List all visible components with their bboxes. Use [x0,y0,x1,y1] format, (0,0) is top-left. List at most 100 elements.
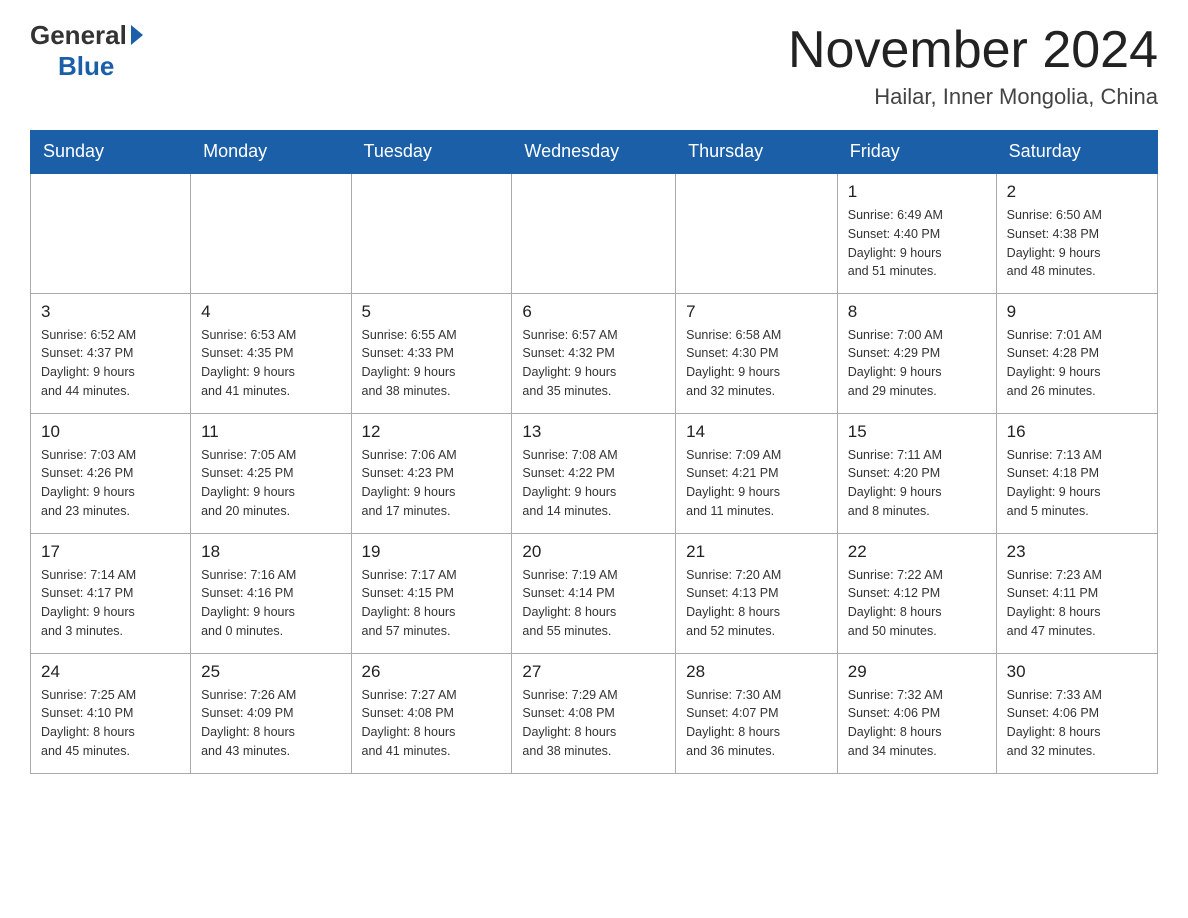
calendar-cell: 16 Sunrise: 7:13 AM Sunset: 4:18 PM Dayli… [996,413,1157,533]
page-header: General Blue November 2024 Hailar, Inner… [30,20,1158,110]
day-info: Sunrise: 6:58 AM Sunset: 4:30 PM Dayligh… [686,326,827,401]
calendar-cell: 8Sunrise: 7:00 AM Sunset: 4:29 PM Daylig… [837,293,996,413]
calendar-cell [351,173,512,293]
day-info: Sunrise: 7:16 AM Sunset: 4:16 PM Dayligh… [201,566,340,641]
day-info: Sunrise: 7:22 AM Sunset: 4:12 PM Dayligh… [848,566,986,641]
day-number: 16 [1007,422,1147,442]
calendar-cell: 3 Sunrise: 6:52 AM Sunset: 4:37 PM Daylig… [31,293,191,413]
day-number: 2 [1007,182,1147,202]
day-info: Sunrise: 7:29 AM Sunset: 4:08 PM Dayligh… [522,686,665,761]
logo-blue-text: Blue [58,51,114,82]
logo: General Blue [30,20,143,82]
calendar-cell: 11 Sunrise: 7:05 AM Sunset: 4:25 PM Dayli… [191,413,351,533]
weekday-header-row: SundayMondayTuesdayWednesdayThursdayFrid… [31,131,1158,174]
day-number: 15 [848,422,986,442]
calendar-table: SundayMondayTuesdayWednesdayThursdayFrid… [30,130,1158,774]
calendar-cell: 22 Sunrise: 7:22 AM Sunset: 4:12 PM Dayli… [837,533,996,653]
day-number: 19 [362,542,502,562]
calendar-cell: 4 Sunrise: 6:53 AM Sunset: 4:35 PM Daylig… [191,293,351,413]
calendar-cell: 26 Sunrise: 7:27 AM Sunset: 4:08 PM Dayli… [351,653,512,773]
calendar-week-4: 17 Sunrise: 7:14 AM Sunset: 4:17 PM Dayli… [31,533,1158,653]
day-info: Sunrise: 7:23 AM Sunset: 4:11 PM Dayligh… [1007,566,1147,641]
day-info: Sunrise: 7:20 AM Sunset: 4:13 PM Dayligh… [686,566,827,641]
day-info: Sunrise: 7:33 AM Sunset: 4:06 PM Dayligh… [1007,686,1147,761]
calendar-cell: 7 Sunrise: 6:58 AM Sunset: 4:30 PM Daylig… [676,293,838,413]
day-info: Sunrise: 7:26 AM Sunset: 4:09 PM Dayligh… [201,686,340,761]
calendar-cell: 15 Sunrise: 7:11 AM Sunset: 4:20 PM Dayli… [837,413,996,533]
calendar-cell: 6 Sunrise: 6:57 AM Sunset: 4:32 PM Daylig… [512,293,676,413]
day-info: Sunrise: 6:57 AM Sunset: 4:32 PM Dayligh… [522,326,665,401]
calendar-body: 1Sunrise: 6:49 AM Sunset: 4:40 PM Daylig… [31,173,1158,773]
day-number: 18 [201,542,340,562]
calendar-cell: 28 Sunrise: 7:30 AM Sunset: 4:07 PM Dayli… [676,653,838,773]
day-number: 25 [201,662,340,682]
day-info: Sunrise: 7:27 AM Sunset: 4:08 PM Dayligh… [362,686,502,761]
calendar-week-5: 24 Sunrise: 7:25 AM Sunset: 4:10 PM Dayli… [31,653,1158,773]
calendar-header: SundayMondayTuesdayWednesdayThursdayFrid… [31,131,1158,174]
day-info: Sunrise: 7:30 AM Sunset: 4:07 PM Dayligh… [686,686,827,761]
day-info: Sunrise: 7:17 AM Sunset: 4:15 PM Dayligh… [362,566,502,641]
day-number: 26 [362,662,502,682]
calendar-cell: 12Sunrise: 7:06 AM Sunset: 4:23 PM Dayli… [351,413,512,533]
weekday-header-monday: Monday [191,131,351,174]
calendar-cell: 24 Sunrise: 7:25 AM Sunset: 4:10 PM Dayli… [31,653,191,773]
day-number: 27 [522,662,665,682]
day-number: 8 [848,302,986,322]
day-number: 24 [41,662,180,682]
day-number: 14 [686,422,827,442]
day-number: 13 [522,422,665,442]
day-info: Sunrise: 7:09 AM Sunset: 4:21 PM Dayligh… [686,446,827,521]
day-info: Sunrise: 6:52 AM Sunset: 4:37 PM Dayligh… [41,326,180,401]
day-number: 20 [522,542,665,562]
location-text: Hailar, Inner Mongolia, China [788,84,1158,110]
month-title: November 2024 [788,20,1158,80]
day-number: 22 [848,542,986,562]
day-info: Sunrise: 6:55 AM Sunset: 4:33 PM Dayligh… [362,326,502,401]
day-info: Sunrise: 7:13 AM Sunset: 4:18 PM Dayligh… [1007,446,1147,521]
calendar-cell: 23Sunrise: 7:23 AM Sunset: 4:11 PM Dayli… [996,533,1157,653]
calendar-cell: 5 Sunrise: 6:55 AM Sunset: 4:33 PM Daylig… [351,293,512,413]
day-info: Sunrise: 7:14 AM Sunset: 4:17 PM Dayligh… [41,566,180,641]
calendar-cell: 13 Sunrise: 7:08 AM Sunset: 4:22 PM Dayli… [512,413,676,533]
day-info: Sunrise: 7:08 AM Sunset: 4:22 PM Dayligh… [522,446,665,521]
day-number: 29 [848,662,986,682]
day-number: 12 [362,422,502,442]
calendar-cell: 29 Sunrise: 7:32 AM Sunset: 4:06 PM Dayli… [837,653,996,773]
calendar-week-1: 1Sunrise: 6:49 AM Sunset: 4:40 PM Daylig… [31,173,1158,293]
day-number: 17 [41,542,180,562]
day-number: 11 [201,422,340,442]
day-info: Sunrise: 7:05 AM Sunset: 4:25 PM Dayligh… [201,446,340,521]
day-number: 1 [848,182,986,202]
day-info: Sunrise: 7:19 AM Sunset: 4:14 PM Dayligh… [522,566,665,641]
day-number: 4 [201,302,340,322]
day-info: Sunrise: 6:53 AM Sunset: 4:35 PM Dayligh… [201,326,340,401]
day-number: 28 [686,662,827,682]
day-number: 30 [1007,662,1147,682]
day-number: 9 [1007,302,1147,322]
day-info: Sunrise: 7:32 AM Sunset: 4:06 PM Dayligh… [848,686,986,761]
day-info: Sunrise: 7:01 AM Sunset: 4:28 PM Dayligh… [1007,326,1147,401]
calendar-cell: 2 Sunrise: 6:50 AM Sunset: 4:38 PM Daylig… [996,173,1157,293]
weekday-header-sunday: Sunday [31,131,191,174]
day-number: 5 [362,302,502,322]
title-section: November 2024 Hailar, Inner Mongolia, Ch… [788,20,1158,110]
day-number: 10 [41,422,180,442]
calendar-cell [31,173,191,293]
day-number: 21 [686,542,827,562]
day-number: 3 [41,302,180,322]
weekday-header-thursday: Thursday [676,131,838,174]
calendar-cell [191,173,351,293]
calendar-cell: 14 Sunrise: 7:09 AM Sunset: 4:21 PM Dayli… [676,413,838,533]
day-info: Sunrise: 6:50 AM Sunset: 4:38 PM Dayligh… [1007,206,1147,281]
calendar-cell: 25 Sunrise: 7:26 AM Sunset: 4:09 PM Dayli… [191,653,351,773]
weekday-header-wednesday: Wednesday [512,131,676,174]
day-info: Sunrise: 7:25 AM Sunset: 4:10 PM Dayligh… [41,686,180,761]
day-number: 7 [686,302,827,322]
calendar-cell: 9 Sunrise: 7:01 AM Sunset: 4:28 PM Daylig… [996,293,1157,413]
day-number: 6 [522,302,665,322]
logo-triangle-icon [131,25,143,45]
calendar-week-2: 3 Sunrise: 6:52 AM Sunset: 4:37 PM Daylig… [31,293,1158,413]
calendar-cell: 17 Sunrise: 7:14 AM Sunset: 4:17 PM Dayli… [31,533,191,653]
day-info: Sunrise: 7:11 AM Sunset: 4:20 PM Dayligh… [848,446,986,521]
calendar-cell [676,173,838,293]
